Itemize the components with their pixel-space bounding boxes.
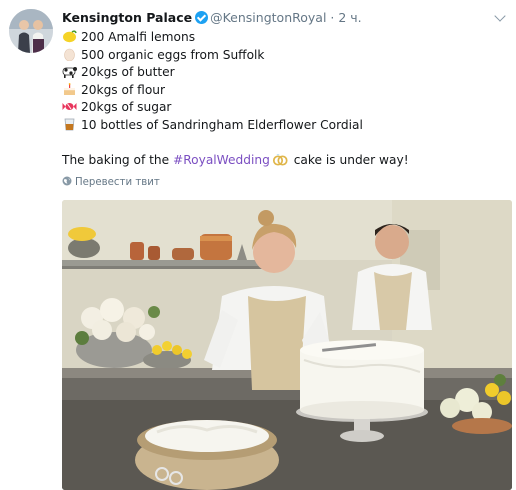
list-item-text: 20kgs of butter [81,65,175,80]
avatar[interactable] [9,9,53,53]
lemon-icon [63,30,77,43]
list-item: 200 Amalfi lemons [62,29,409,47]
tweet-timestamp[interactable]: 2 ч. [338,10,361,25]
separator: · [330,10,335,25]
list-item: 500 organic eggs from Suffolk [62,47,409,65]
tweet-photo[interactable] [62,200,512,490]
cow-icon [62,67,77,79]
globe-icon [62,176,72,186]
hashtag-link[interactable]: #RoyalWedding [173,153,270,167]
egg-icon [64,48,75,61]
translate-tweet-button[interactable]: Перевести твит [62,176,160,188]
list-item: 20kgs of sugar [62,99,409,117]
account-handle[interactable]: @KensingtonRoyal [210,10,326,25]
closing-text-before: The baking of the [62,153,174,168]
tweet-text: 200 Amalfi lemons 500 organic eggs from … [62,29,409,170]
list-item-text: 10 bottles of Sandringham Elderflower Co… [81,117,363,132]
account-name[interactable]: Kensington Palace [62,10,192,25]
tumbler-glass-icon [64,118,75,131]
chevron-down-icon[interactable] [494,10,506,22]
translate-label: Перевести твит [75,177,160,188]
wedding-rings-icon [272,154,288,166]
list-item: 20kgs of flour [62,82,409,100]
list-item-text: 20kgs of flour [81,82,166,97]
tweet-card: Kensington Palace @KensingtonRoyal · 2 ч.… [0,0,516,490]
list-item-text: 500 organic eggs from Suffolk [81,47,265,62]
list-item: 20kgs of butter [62,64,409,82]
list-item: 10 bottles of Sandringham Elderflower Co… [62,117,409,135]
list-item-text: 200 Amalfi lemons [81,30,196,44]
closing-line: The baking of the #RoyalWedding cake is … [62,152,409,170]
list-item-text: 20kgs of sugar [81,100,172,115]
tweet-header: Kensington Palace @KensingtonRoyal · 2 ч. [62,9,362,27]
closing-text-after: cake is under way! [289,153,409,168]
cake-icon [64,82,75,95]
verified-badge-icon [195,11,209,24]
candy-icon [62,103,77,111]
